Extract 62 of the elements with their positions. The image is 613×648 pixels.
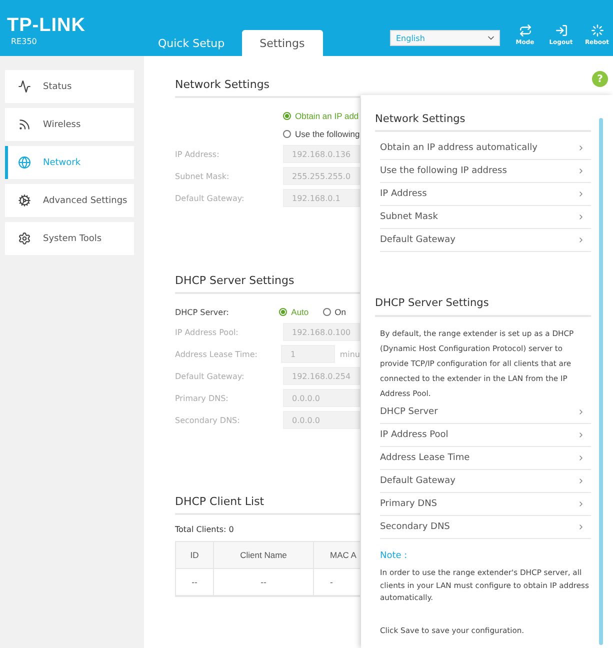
help-topic-item[interactable]: Default Gateway — [380, 229, 591, 252]
section-title: Network Settings — [175, 78, 360, 98]
sidebar-item[interactable]: Wireless — [5, 108, 134, 141]
note-title: Note : — [380, 550, 408, 563]
chevron-right-icon — [577, 236, 585, 244]
section-title: DHCP Client List — [175, 495, 360, 515]
field-label: Address Lease Time: — [175, 350, 258, 358]
field-label: DHCP Server: — [175, 308, 230, 316]
section-title: DHCP Server Settings — [175, 274, 360, 294]
help-topic-item[interactable]: Use the following IP address — [380, 160, 591, 183]
field-label: Primary DNS: — [175, 394, 230, 402]
help-section-title: Network Settings — [375, 112, 591, 132]
logo: TP-LINK — [7, 16, 86, 36]
table-cell: -- — [214, 569, 314, 596]
help-section-title: DHCP Server Settings — [375, 296, 591, 317]
help-topic-item[interactable]: DHCP Server — [380, 401, 591, 424]
chevron-right-icon — [577, 144, 585, 152]
chevron-right-icon — [577, 190, 585, 198]
chevron-right-icon — [577, 431, 585, 439]
signal-icon — [18, 118, 31, 131]
field-label: IP Address: — [175, 150, 220, 158]
help-topic-item[interactable]: Subnet Mask — [380, 206, 591, 229]
help-topic-item[interactable]: Primary DNS — [380, 493, 591, 516]
sidebar-item[interactable]: Advanced Settings — [5, 184, 134, 217]
scrollbar[interactable] — [599, 118, 603, 645]
field-label: IP Address Pool: — [175, 328, 240, 336]
chevron-right-icon — [577, 408, 585, 416]
chevron-right-icon — [577, 500, 585, 508]
help-topic-item[interactable]: Address Lease Time — [380, 447, 591, 470]
table-cell: -- — [176, 569, 214, 596]
chevron-right-icon — [577, 454, 585, 462]
chevron-right-icon — [577, 167, 585, 175]
settings-icon — [18, 232, 31, 245]
total-clients-text: Total Clients: 0 — [175, 524, 234, 536]
field-label: Secondary DNS: — [175, 416, 241, 424]
swap-arrows-icon — [518, 24, 532, 37]
sign-in-icon — [554, 24, 568, 37]
nav-tab[interactable]: Settings — [242, 30, 323, 56]
column-header: MAC A — [314, 542, 360, 569]
chevron-right-icon — [577, 213, 585, 221]
unit-label: minu — [340, 350, 360, 358]
help-topic-item[interactable]: IP Address Pool — [380, 424, 591, 447]
column-header: ID — [176, 542, 214, 569]
chevron-right-icon — [577, 477, 585, 485]
chevron-right-icon — [577, 523, 585, 531]
help-topic-item[interactable]: Secondary DNS — [380, 516, 591, 539]
model-name: RE350 — [11, 36, 38, 48]
field-label: Subnet Mask: — [175, 172, 230, 180]
cog-icon — [18, 194, 31, 207]
radio-option[interactable]: On — [322, 307, 346, 317]
field-label: Default Gateway: — [175, 372, 246, 380]
field-label: Default Gateway: — [175, 194, 246, 202]
radio-option[interactable]: Use the following — [283, 129, 360, 139]
pulse-icon — [18, 80, 31, 93]
help-topic-item[interactable]: Obtain an IP address automatically — [380, 137, 591, 160]
sidebar-item[interactable]: Status — [5, 70, 134, 103]
spinner-icon — [590, 24, 604, 37]
column-header: Client Name — [214, 542, 314, 569]
help-topic-item[interactable]: IP Address — [380, 183, 591, 206]
help-topic-item[interactable]: Default Gateway — [380, 470, 591, 493]
globe-icon — [18, 156, 31, 169]
sidebar-item[interactable]: System Tools — [5, 222, 134, 255]
